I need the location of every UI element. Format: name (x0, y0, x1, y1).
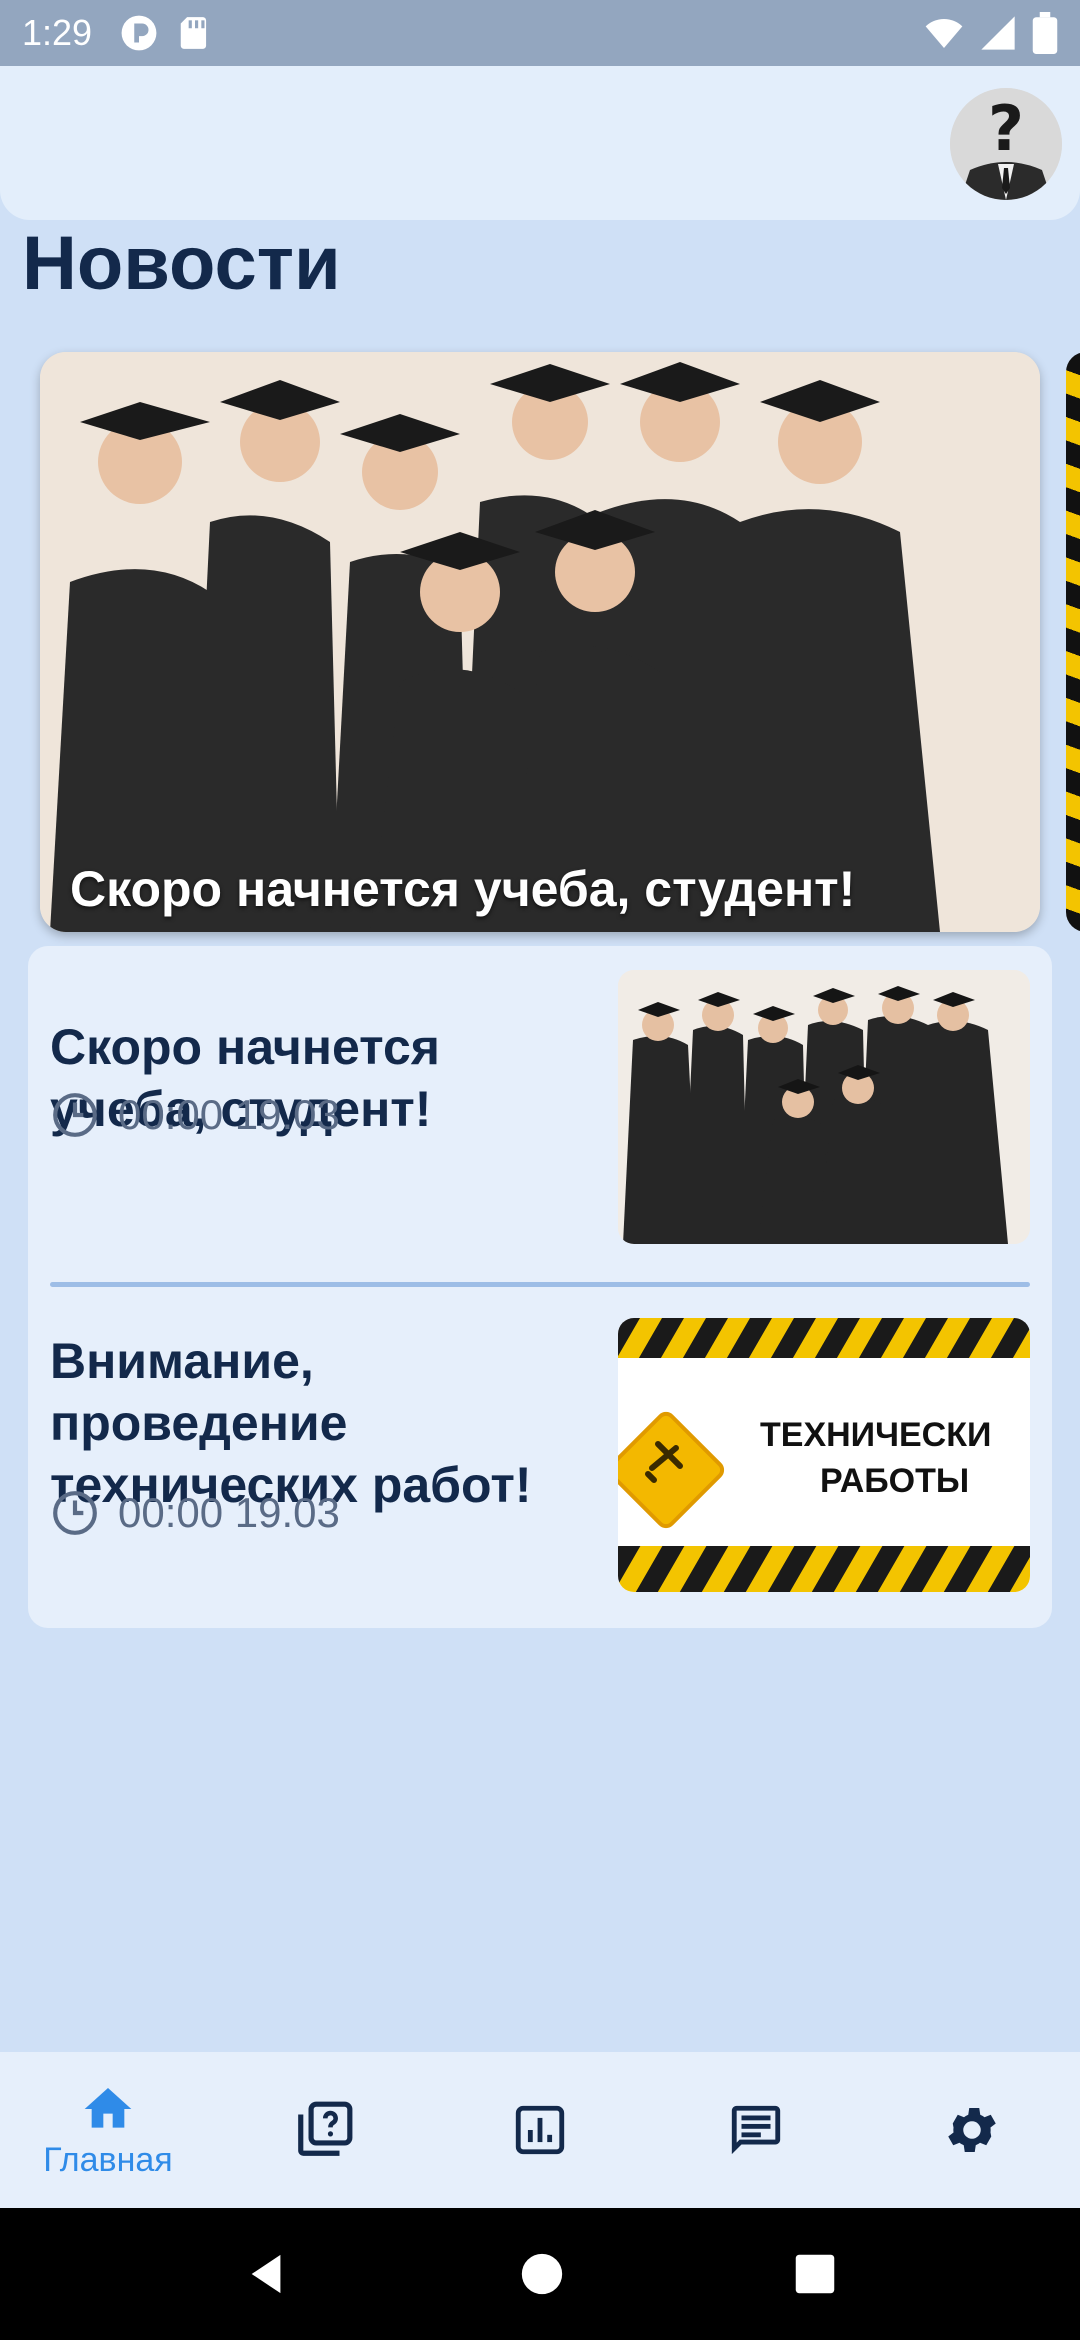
bottom-navigation: Главная (0, 2052, 1080, 2208)
battery-icon (1032, 12, 1058, 54)
news-thumbnail (618, 970, 1030, 1244)
nav-stats[interactable] (432, 2052, 648, 2208)
nav-home-label: Главная (43, 2140, 173, 2179)
graduates-photo (40, 352, 1040, 932)
featured-caption: Скоро начнется учеба, студент! (70, 861, 856, 917)
news-time: 00:00 19.03 (118, 1489, 340, 1536)
clock-icon (53, 1093, 97, 1137)
settings-icon (948, 2108, 996, 2152)
home-button-icon[interactable] (520, 2252, 564, 2296)
banner-text-line2: РАБОТЫ (820, 1462, 969, 1500)
news-meta: 00:00 19.03 (50, 1090, 340, 1140)
recents-icon[interactable] (794, 2253, 836, 2295)
news-item[interactable]: Скоро начнется учеба, студент! 00:00 19.… (28, 970, 1052, 1246)
status-time: 1:29 (22, 12, 93, 53)
next-card-peek[interactable] (1066, 352, 1080, 932)
news-meta: 00:00 19.03 (50, 1488, 340, 1538)
status-bar: 1:29 (0, 0, 1080, 66)
app-notification-icon (121, 15, 157, 51)
back-icon[interactable] (244, 2251, 290, 2297)
news-divider (50, 1282, 1030, 1287)
system-navigation-bar (0, 2208, 1080, 2340)
nav-messages[interactable] (648, 2052, 864, 2208)
news-thumbnail: ТЕХНИЧЕСКИ РАБОТЫ (618, 1318, 1030, 1592)
signal-icon (981, 16, 1015, 50)
wifi-icon (925, 19, 963, 48)
news-list: Скоро начнется учеба, студент! 00:00 19.… (28, 946, 1052, 1628)
news-item[interactable]: Внимание, проведение технических работ! … (28, 1318, 1052, 1606)
nav-home[interactable]: Главная (0, 2052, 216, 2208)
anonymous-user-icon: ? (950, 88, 1062, 200)
profile-avatar[interactable]: ? (950, 88, 1062, 200)
quiz-icon (298, 2101, 353, 2156)
stats-icon (515, 2105, 565, 2155)
clock-icon (53, 1491, 97, 1535)
messages-icon (731, 2105, 781, 2155)
graduates-thumbnail (618, 970, 1030, 1244)
banner-text-line1: ТЕХНИЧЕСКИ (760, 1416, 991, 1454)
nav-quiz[interactable] (216, 2052, 432, 2208)
maintenance-banner-thumbnail: ТЕХНИЧЕСКИ РАБОТЫ (618, 1318, 1030, 1592)
nav-settings[interactable] (864, 2052, 1080, 2208)
featured-news-card[interactable]: Скоро начнется учеба, студент! (40, 352, 1040, 932)
sd-card-icon (180, 17, 207, 49)
svg-text:?: ? (988, 92, 1024, 165)
home-icon (84, 2087, 132, 2128)
news-time: 00:00 19.03 (118, 1091, 340, 1138)
page-title: Новости (22, 221, 341, 306)
app-top-bar: ? (0, 66, 1080, 220)
